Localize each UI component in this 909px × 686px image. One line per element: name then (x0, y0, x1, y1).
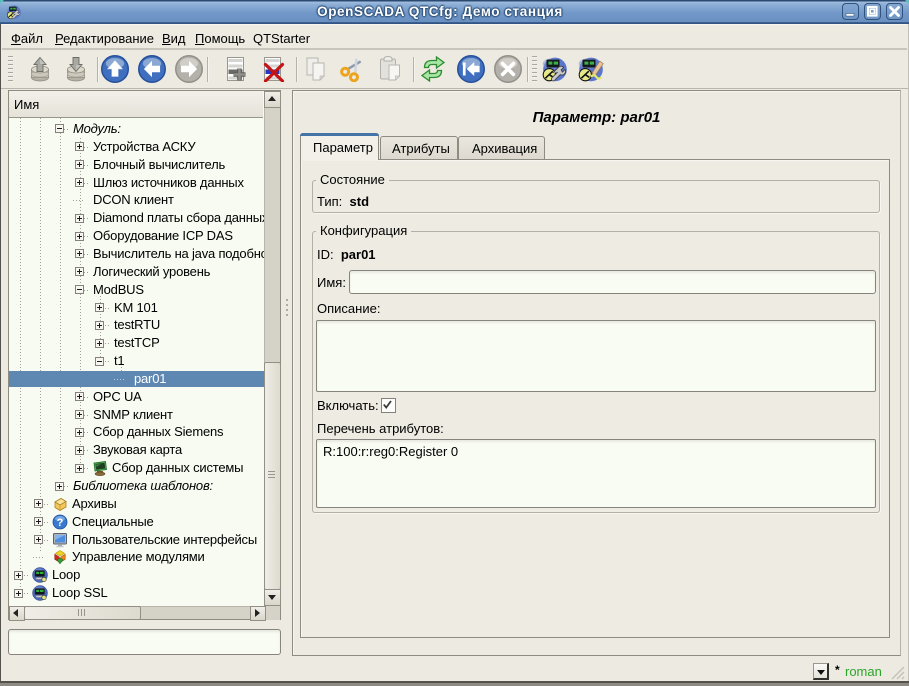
svg-text:?: ? (56, 517, 63, 529)
